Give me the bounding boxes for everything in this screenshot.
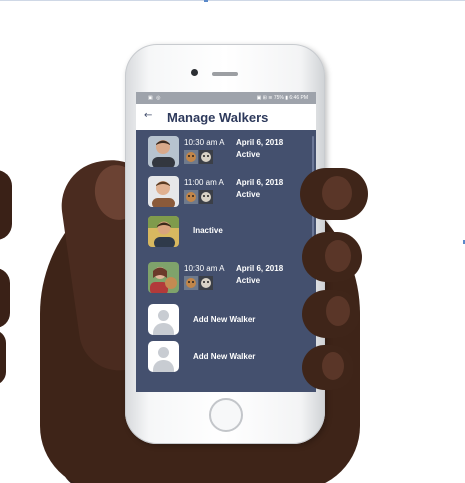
phone-device: ▣ ◎ ▣ ⊞ ≋ 75% ▮ 6:46 PM ← Manage Walkers…	[125, 44, 325, 444]
dog-photo-icon	[184, 190, 198, 204]
dog-photo-icon	[199, 190, 213, 204]
walk-time: 11:00 am A	[184, 178, 224, 187]
walker-row[interactable]: Inactive	[136, 216, 316, 250]
walker-status: Active	[236, 190, 261, 199]
finger-tip	[325, 240, 351, 272]
finger-tip	[322, 176, 352, 210]
status-left-icons: ▣ ◎	[148, 95, 162, 101]
camera-icon	[191, 69, 198, 76]
add-walker-label: Add New Walker	[193, 352, 256, 361]
walker-status: Active	[236, 276, 261, 285]
dog-photos	[184, 190, 216, 205]
status-right-info: ▣ ⊞ ≋ 75% ▮ 6:46 PM	[256, 95, 308, 101]
walker-avatar	[148, 262, 179, 293]
walk-time: 10:30 am A	[184, 138, 225, 147]
add-walker-label: Add New Walker	[193, 315, 256, 324]
walk-date: April 6, 2018	[236, 178, 284, 187]
app-header: ← Manage Walkers	[136, 104, 316, 130]
walk-date: April 6, 2018	[236, 138, 284, 147]
hand-finger	[0, 330, 6, 385]
dog-photo-icon	[199, 276, 213, 290]
dog-photo-icon	[199, 150, 213, 164]
walker-row[interactable]: 11:00 am A April 6, 2018 Active	[136, 176, 316, 210]
finger-tip	[322, 352, 344, 380]
walker-status: Active	[236, 150, 261, 159]
walk-time: 10:30 am A	[184, 264, 225, 273]
hand-finger	[0, 170, 12, 240]
walker-row[interactable]: 10:30 am A April 6, 2018 Active	[136, 136, 316, 170]
hand-finger	[0, 268, 10, 328]
back-arrow-icon[interactable]: ←	[144, 110, 152, 121]
dog-photo-icon	[184, 276, 198, 290]
dog-photo-icon	[184, 150, 198, 164]
walk-date: April 6, 2018	[236, 264, 284, 273]
add-walker-button[interactable]: Add New Walker	[136, 341, 316, 375]
person-placeholder-icon	[148, 304, 179, 335]
walker-avatar	[148, 136, 179, 167]
walker-row[interactable]: 10:30 am A April 6, 2018 Active	[136, 262, 316, 296]
top-border	[0, 0, 465, 1]
add-walker-button[interactable]: Add New Walker	[136, 304, 316, 338]
dog-photos	[184, 150, 216, 165]
status-bar: ▣ ◎ ▣ ⊞ ≋ 75% ▮ 6:46 PM	[136, 92, 316, 104]
finger-tip	[326, 296, 350, 326]
dog-photos	[184, 276, 216, 291]
home-button[interactable]	[209, 398, 243, 432]
walker-status: Inactive	[193, 226, 223, 235]
page-title: Manage Walkers	[167, 110, 269, 125]
person-placeholder-icon	[148, 341, 179, 372]
edge-marker	[204, 0, 208, 2]
earpiece	[212, 72, 238, 76]
walker-avatar	[148, 176, 179, 207]
app-screen: ▣ ◎ ▣ ⊞ ≋ 75% ▮ 6:46 PM ← Manage Walkers…	[136, 92, 316, 392]
walker-avatar	[148, 216, 179, 247]
